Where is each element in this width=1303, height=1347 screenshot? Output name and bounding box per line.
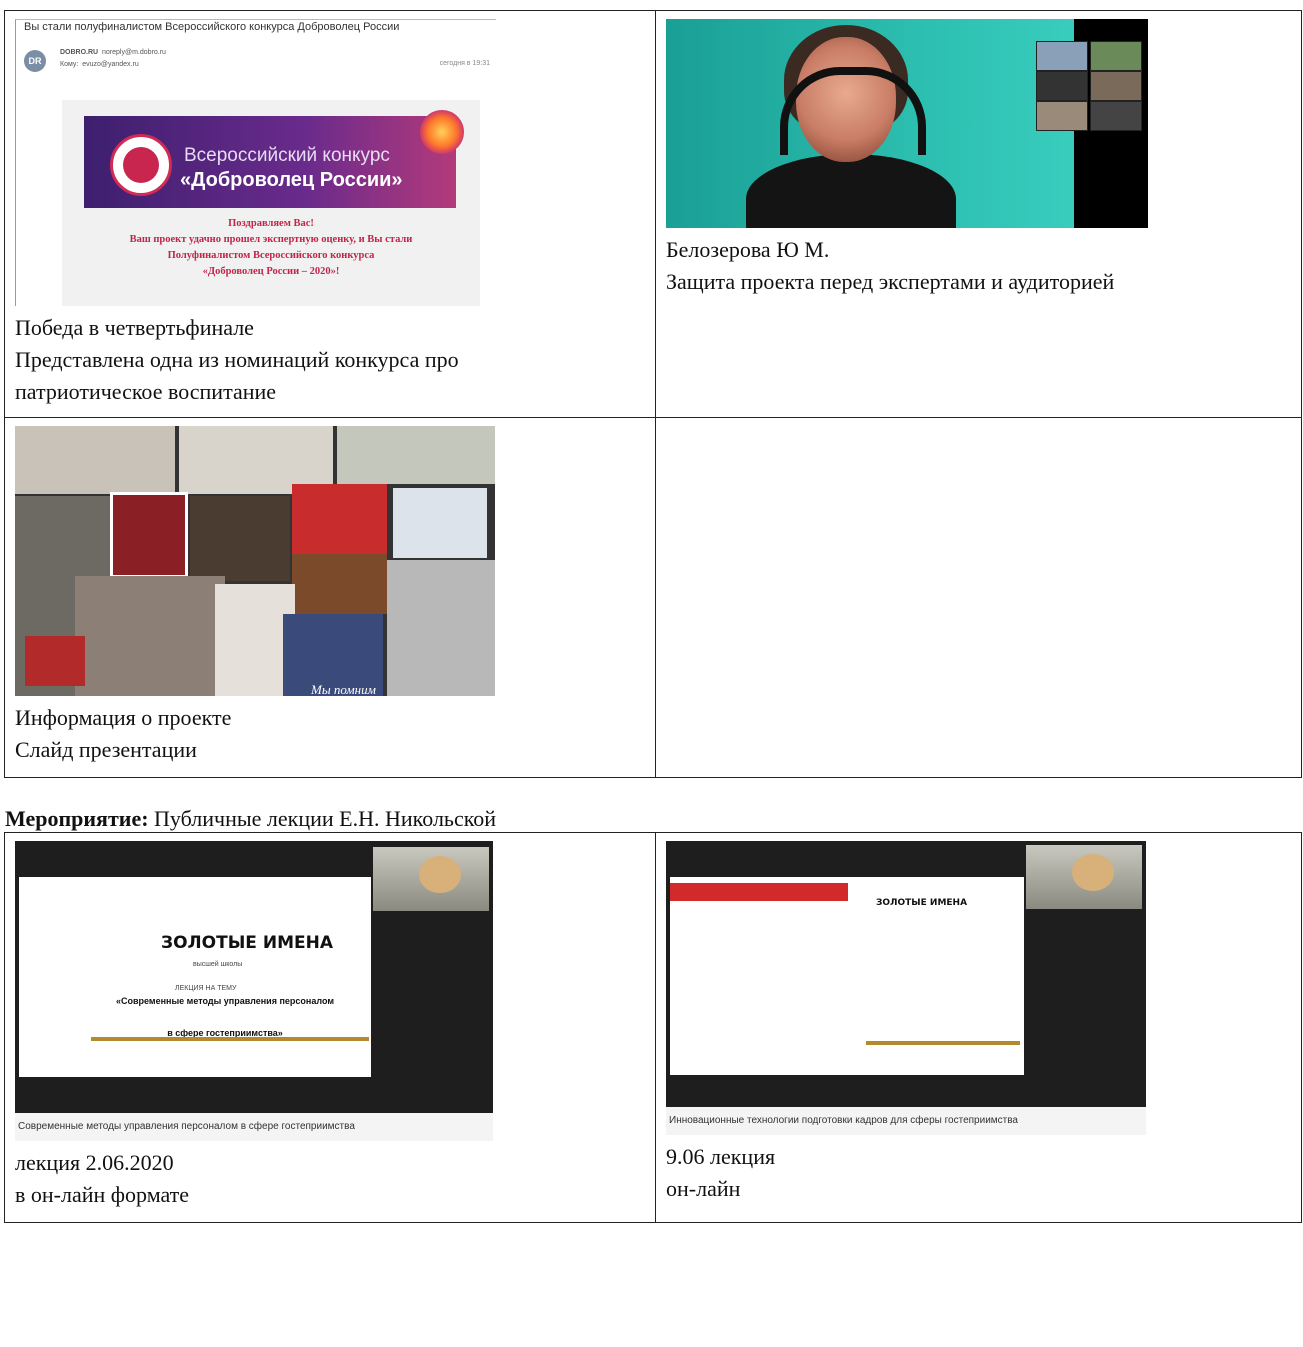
lecture-title-bar: Современные методы управления персоналом… [15,1113,493,1141]
table-cell-empty [655,417,1302,778]
photo-table-1: Вы стали полуфиналистом Всероссийского к… [4,10,1302,778]
email-sender: DOBRO.RU noreply@m.dobro.ru Кому: evuzo@… [60,49,166,68]
presentation-collage: Мы помним [15,426,495,696]
golden-names-logo: ЗОЛОТЫЕ ИМЕНА [876,898,968,908]
email-subject: Вы стали полуфиналистом Всероссийского к… [24,21,400,33]
email-screenshot: Вы стали полуфиналистом Всероссийского к… [15,19,496,306]
email-card: Всероссийский конкурс «Доброволец России… [62,100,480,306]
table-cell: ЗОЛОТЫЕ ИМЕНА Инновационные технологии п… [655,832,1302,1223]
golden-names-logo: ЗОЛОТЫЕ ИМЕНА [161,933,333,953]
cell-caption: Победа в четвертьфинале Представлена одн… [15,315,459,404]
photo-table-2: ЗОЛОТЫЕ ИМЕНА высшей школы ЛЕКЦИЯ НА ТЕМ… [4,832,1302,1223]
table-cell: Вы стали полуфиналистом Всероссийского к… [4,10,656,418]
orb-icon [420,110,464,154]
event-value: Публичные лекции Е.Н. Никольской [148,806,497,831]
contest-logo-icon [110,134,172,196]
cell-caption: 9.06 лекция он-лайн [666,1144,776,1201]
table-cell: Мы помним Информация о проекте Слайд пре… [4,417,656,778]
table-cell: Белозерова Ю М. Защита проекта перед экс… [655,10,1302,418]
lecture-screen: ЗОЛОТЫЕ ИМЕНА Инновационные технологии п… [666,841,1146,1135]
cell-caption: лекция 2.06.2020 в он-лайн формате [15,1150,190,1207]
contest-banner: Всероссийский конкурс «Доброволец России… [84,110,464,208]
cell-caption: Белозерова Ю М. Защита проекта перед экс… [666,237,1115,294]
event-label: Мероприятие: [5,806,149,831]
headphones-icon [780,67,926,155]
banner-line-2: «Доброволец России» [180,169,403,191]
table-cell: ЗОЛОТЫЕ ИМЕНА высшей школы ЛЕКЦИЯ НА ТЕМ… [4,832,656,1223]
event-heading: Мероприятие: Публичные лекции Е.Н. Никол… [5,804,496,834]
video-call-photo [666,19,1148,228]
congrats-message: Поздравляем Вас! Ваш проект удачно проше… [129,218,413,277]
lecture-title-bar: Инновационные технологии подготовки кадр… [666,1107,1146,1135]
lecture-screen: ЗОЛОТЫЕ ИМЕНА высшей школы ЛЕКЦИЯ НА ТЕМ… [15,841,493,1141]
collage-text: Мы помним [311,682,376,696]
cell-caption: Информация о проекте Слайд презентации [15,705,232,762]
avatar: DR [24,50,46,72]
email-time: сегодня в 19:31 [439,60,490,67]
